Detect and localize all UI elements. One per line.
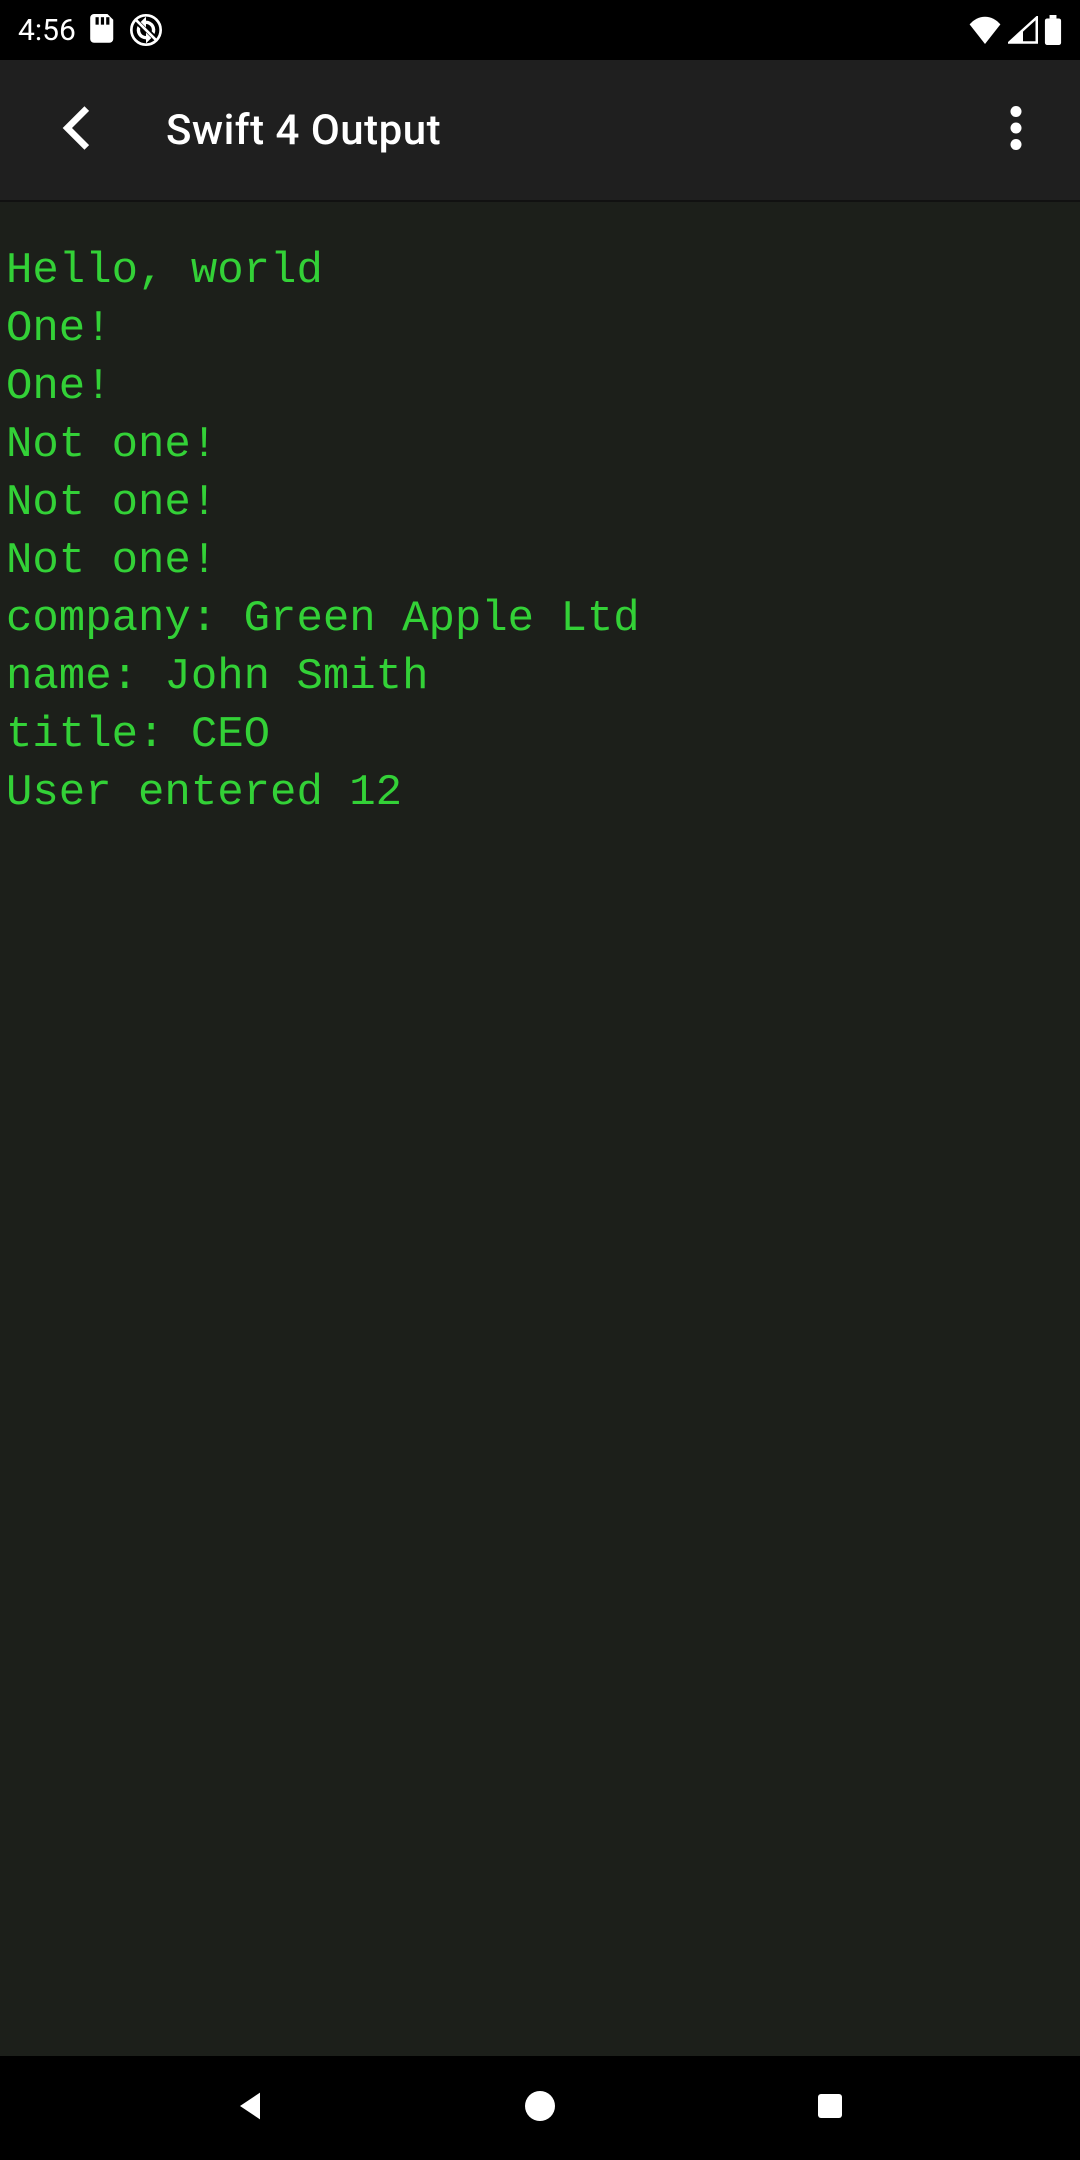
page-title: Swift 4 Output — [166, 106, 441, 155]
terminal-output-pane[interactable]: Hello, world One! One! Not one! Not one!… — [0, 202, 1080, 2056]
sd-card-icon — [90, 14, 116, 46]
nav-home-button[interactable] — [500, 2068, 580, 2148]
nav-back-icon — [230, 2086, 270, 2130]
wifi-icon — [968, 16, 1002, 44]
battery-icon — [1044, 15, 1062, 45]
status-right-group — [968, 15, 1062, 45]
more-vert-icon — [1010, 106, 1022, 154]
cellular-signal-icon — [1008, 16, 1038, 44]
nav-back-button[interactable] — [210, 2068, 290, 2148]
overflow-menu-button[interactable] — [980, 94, 1052, 166]
terminal-output-text: Hello, world One! One! Not one! Not one!… — [6, 242, 1074, 822]
system-nav-bar — [0, 2056, 1080, 2160]
chevron-left-icon — [52, 100, 92, 160]
nav-recent-button[interactable] — [790, 2068, 870, 2148]
status-left-group: 4:56 — [18, 13, 162, 48]
nav-home-icon — [520, 2086, 560, 2130]
sync-disabled-icon — [130, 14, 162, 46]
status-time: 4:56 — [18, 13, 76, 48]
status-bar: 4:56 — [0, 0, 1080, 60]
back-button[interactable] — [36, 94, 108, 166]
nav-recent-icon — [812, 2088, 848, 2128]
app-bar: Swift 4 Output — [0, 60, 1080, 202]
